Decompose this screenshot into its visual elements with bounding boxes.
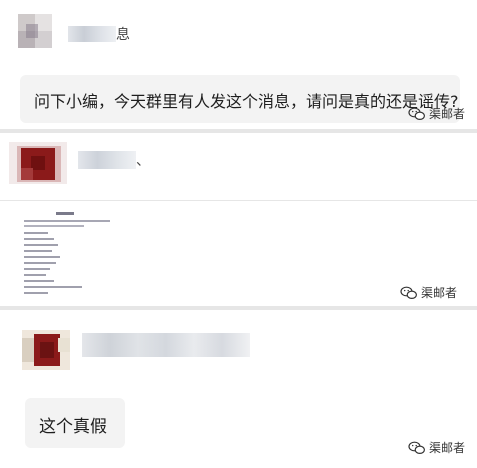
post-divider — [0, 200, 477, 201]
blurred-avatar-image — [18, 14, 52, 48]
wechat-logo-icon — [408, 107, 426, 120]
attached-document-image[interactable] — [16, 206, 116, 302]
username-tail: 息 — [116, 27, 130, 43]
blurred-username — [68, 26, 116, 42]
post-divider — [0, 306, 477, 310]
user-avatar[interactable] — [18, 14, 52, 48]
watermark-text: 渠邮者 — [429, 107, 466, 121]
blurred-username — [78, 151, 136, 169]
blurred-username — [82, 333, 250, 357]
document-thumbnail — [24, 212, 110, 294]
user-avatar[interactable] — [9, 142, 67, 184]
wechat-logo-icon — [400, 286, 418, 299]
user-avatar[interactable] — [22, 330, 70, 370]
wechat-logo-icon — [408, 441, 426, 454]
post-divider — [0, 129, 477, 133]
blurred-avatar-image — [9, 142, 67, 184]
blurred-avatar-image — [22, 330, 70, 370]
message-text: 这个真假 — [39, 417, 107, 437]
message-bubble: 这个真假 — [25, 398, 125, 448]
watermark: 渠邮者 — [408, 439, 465, 456]
watermark-text: 渠邮者 — [429, 441, 466, 455]
watermark-text: 渠邮者 — [421, 286, 458, 300]
message-bubble: 问下小编，今天群里有人发这个消息，请问是真的还是谣传? — [20, 75, 460, 123]
watermark: 渠邮者 — [408, 105, 465, 122]
username-tail: 、 — [136, 153, 150, 169]
message-text: 问下小编，今天群里有人发这个消息，请问是真的还是谣传? — [34, 92, 459, 111]
watermark: 渠邮者 — [400, 284, 457, 301]
